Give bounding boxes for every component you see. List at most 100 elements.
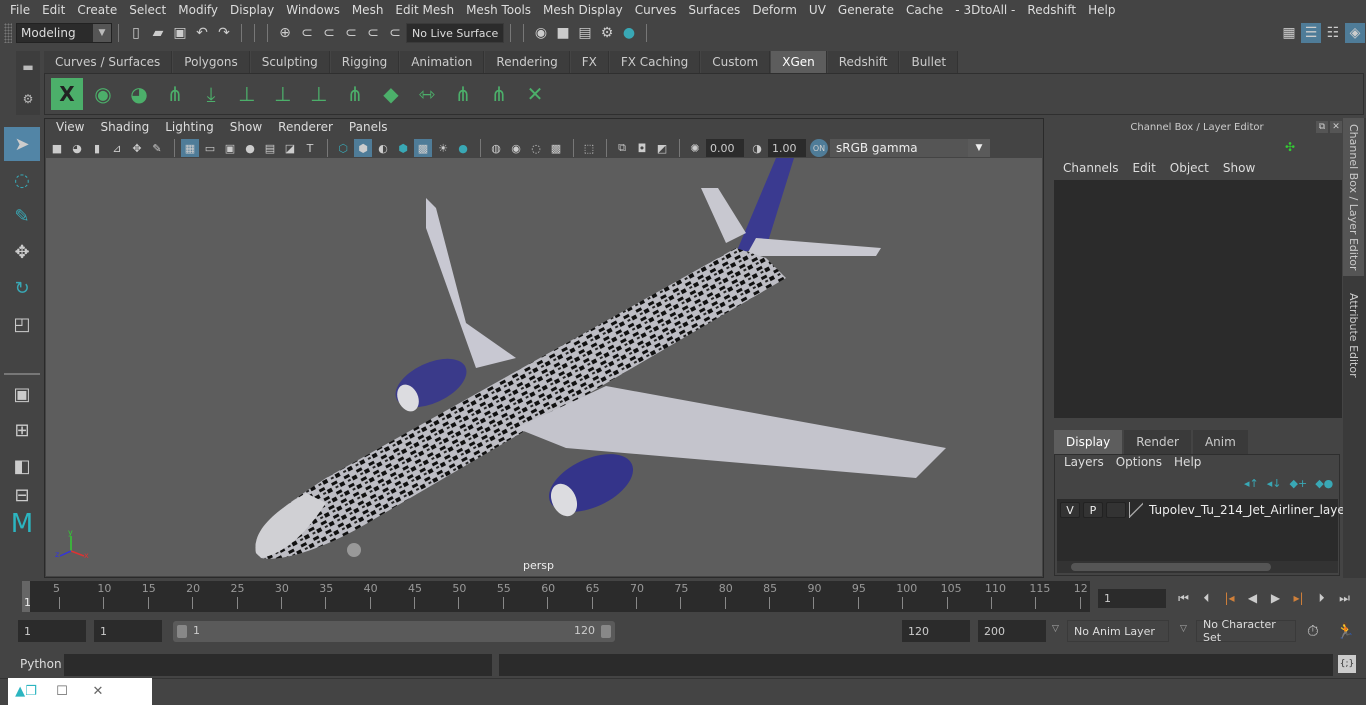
step-forward-icon[interactable]: ⏵: [1310, 588, 1333, 608]
close-panel-icon[interactable]: ✕: [1330, 121, 1342, 133]
mode-selector[interactable]: Modeling ▼: [16, 23, 112, 43]
character-set-chevron-icon[interactable]: ▽: [1180, 624, 1187, 634]
menu-select[interactable]: Select: [123, 3, 172, 17]
float-panel-icon[interactable]: ⧉: [1316, 121, 1328, 133]
menu-deform[interactable]: Deform: [746, 3, 803, 17]
menu-file[interactable]: File: [4, 3, 36, 17]
scrollbar-thumb[interactable]: [1071, 563, 1271, 571]
xgen-editor-icon[interactable]: X: [51, 78, 83, 110]
ambient-occlusion-icon[interactable]: ◍: [487, 139, 505, 157]
shelf-tab-redshift[interactable]: Redshift: [827, 51, 900, 73]
anim-layer-chevron-icon[interactable]: ▽: [1052, 624, 1059, 634]
color-management-toggle-icon[interactable]: ON: [810, 139, 828, 157]
menu-modify[interactable]: Modify: [172, 3, 224, 17]
play-backwards-icon[interactable]: ◀: [1241, 588, 1264, 608]
menu-help[interactable]: Help: [1082, 3, 1121, 17]
channel-box-menu-object[interactable]: Object: [1163, 161, 1216, 175]
shelf-tab-polygons[interactable]: Polygons: [173, 51, 250, 73]
new-scene-icon[interactable]: ▯: [126, 23, 146, 43]
place-guides-icon[interactable]: ⤓: [195, 78, 227, 110]
time-slider[interactable]: 5 10 15 20 25 30 35 40 45 50 55 60 65 70 75 80 85 90 95 100…: [22, 581, 1090, 612]
visibility-toggle[interactable]: V: [1060, 502, 1080, 518]
snap-view-plane-icon[interactable]: ⊂: [341, 23, 361, 43]
shelf-menu-icon[interactable]: ▬: [22, 60, 33, 74]
animation-preferences-icon[interactable]: 🏃: [1336, 622, 1355, 640]
gamma-icon[interactable]: ◑: [748, 139, 766, 157]
grease-pencil-icon[interactable]: ✎: [148, 139, 166, 157]
shelf-tab-sculpting[interactable]: Sculpting: [250, 51, 330, 73]
guide-frame-icon[interactable]: ⋔: [483, 78, 515, 110]
channel-box-menu-channels[interactable]: Channels: [1056, 161, 1126, 175]
layer-menu-options[interactable]: Options: [1110, 455, 1168, 469]
menu-cache[interactable]: Cache: [900, 3, 949, 17]
viewport-menu-lighting[interactable]: Lighting: [157, 120, 222, 138]
single-perspective-layout-icon[interactable]: ▣: [4, 377, 40, 411]
layer-color-swatch[interactable]: [1129, 502, 1143, 518]
menu-windows[interactable]: Windows: [280, 3, 346, 17]
snap-grid-icon[interactable]: ⊕: [275, 23, 295, 43]
anti-aliasing-icon[interactable]: ◌: [527, 139, 545, 157]
exposure-field[interactable]: 0.00: [706, 139, 744, 157]
select-guides-icon[interactable]: ⋔: [447, 78, 479, 110]
viewport-canvas[interactable]: y x z: [46, 158, 1042, 576]
maya-app-icon[interactable]: ▲❐: [8, 684, 44, 699]
viewport-menu-shading[interactable]: Shading: [92, 120, 157, 138]
animation-end-field[interactable]: 200: [978, 620, 1046, 642]
snap-point-icon[interactable]: ⊂: [319, 23, 339, 43]
menu-uv[interactable]: UV: [803, 3, 832, 17]
move-layer-down-icon[interactable]: ◂↓: [1267, 477, 1282, 490]
textured-icon[interactable]: ▩: [414, 139, 432, 157]
menu-edit[interactable]: Edit: [36, 3, 71, 17]
wireframe-on-shaded-icon[interactable]: ⬢: [394, 139, 412, 157]
clear-preview-icon[interactable]: ◕: [123, 78, 155, 110]
layer-scrollbar[interactable]: [1057, 561, 1338, 573]
tool-settings-icon[interactable]: ☷: [1323, 23, 1343, 43]
shelf-tab-rigging[interactable]: Rigging: [330, 51, 400, 73]
xray-icon[interactable]: ⧉: [613, 139, 631, 157]
select-tool-icon[interactable]: ➤: [4, 127, 40, 161]
shelf-settings-icon[interactable]: ⚙: [23, 92, 34, 106]
render-view-icon[interactable]: ◉: [531, 23, 551, 43]
range-end-handle[interactable]: [601, 625, 611, 638]
safe-action-icon[interactable]: ◪: [281, 139, 299, 157]
channel-box-menu-edit[interactable]: Edit: [1126, 161, 1163, 175]
shelf-tab-xgen[interactable]: XGen: [771, 51, 827, 73]
playback-end-field[interactable]: 120: [902, 620, 970, 642]
undo-icon[interactable]: ↶: [192, 23, 212, 43]
go-to-start-icon[interactable]: ⏮: [1172, 588, 1195, 608]
shelf-tab-fx[interactable]: FX: [570, 51, 609, 73]
channel-box-menu-show[interactable]: Show: [1216, 161, 1262, 175]
step-back-key-icon[interactable]: |◂: [1218, 588, 1241, 608]
new-layer-from-selected-icon[interactable]: ◆●: [1315, 477, 1333, 490]
render-settings-icon[interactable]: ⚙: [597, 23, 617, 43]
hypershade-icon[interactable]: ●: [619, 23, 639, 43]
menu-mesh-display[interactable]: Mesh Display: [537, 3, 629, 17]
sculpt-guides-icon[interactable]: ⋔: [339, 78, 371, 110]
move-tool-icon[interactable]: ✥: [4, 235, 40, 269]
menu-3dtoall[interactable]: - 3DtoAll -: [949, 3, 1021, 17]
exposure-icon[interactable]: ✺: [686, 139, 704, 157]
film-gate-icon[interactable]: ▭: [201, 139, 219, 157]
side-tab-channel-box[interactable]: Channel Box / Layer Editor: [1343, 118, 1364, 276]
color-space-dropdown[interactable]: sRGB gamma ▼: [830, 139, 990, 157]
default-material-icon[interactable]: ◐: [374, 139, 392, 157]
field-chart-icon[interactable]: ▤: [261, 139, 279, 157]
go-to-end-icon[interactable]: ⏭: [1333, 588, 1356, 608]
menu-mesh[interactable]: Mesh: [346, 3, 390, 17]
live-surface-field[interactable]: No Live Surface: [406, 23, 504, 43]
grid-icon[interactable]: ▦: [181, 139, 199, 157]
current-frame-field[interactable]: 1: [1098, 589, 1166, 608]
save-scene-icon[interactable]: ▣: [170, 23, 190, 43]
redo-icon[interactable]: ↷: [214, 23, 234, 43]
command-input[interactable]: [64, 654, 492, 676]
shadows-icon[interactable]: ●: [454, 139, 472, 157]
preview-icon[interactable]: ◉: [87, 78, 119, 110]
lock-guide-icon[interactable]: ⊥: [303, 78, 335, 110]
layer-menu-layers[interactable]: Layers: [1058, 455, 1110, 469]
smooth-shade-icon[interactable]: ⬢: [354, 139, 372, 157]
menu-redshift[interactable]: Redshift: [1021, 3, 1082, 17]
resolution-gate-icon[interactable]: ▣: [221, 139, 239, 157]
step-back-icon[interactable]: ⏴: [1195, 588, 1218, 608]
menu-generate[interactable]: Generate: [832, 3, 900, 17]
isolate-select-icon[interactable]: ⬚: [580, 139, 598, 157]
